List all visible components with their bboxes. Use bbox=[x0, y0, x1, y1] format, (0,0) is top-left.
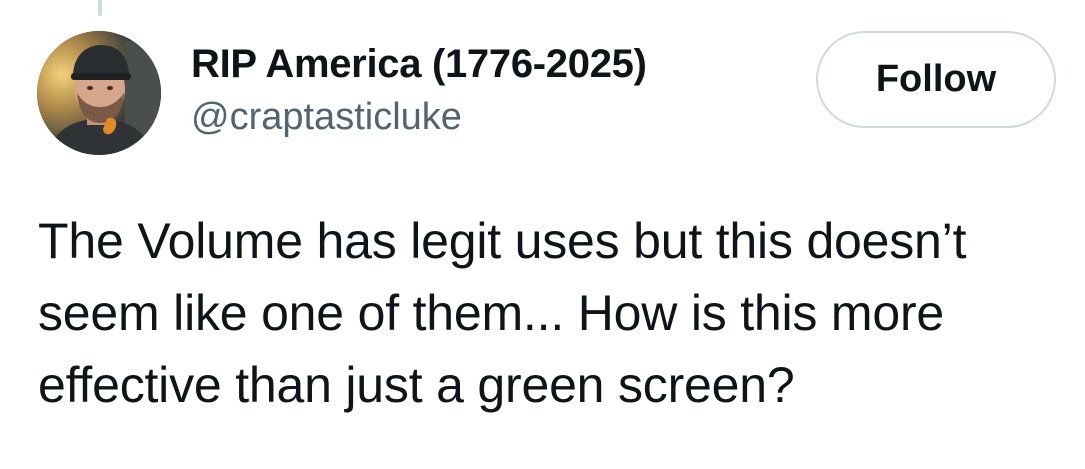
avatar-photo-icon bbox=[37, 31, 161, 155]
thread-connector-line bbox=[98, 0, 102, 16]
author-handle[interactable]: @craptasticluke bbox=[191, 95, 647, 139]
follow-button[interactable]: Follow bbox=[816, 31, 1056, 128]
author-avatar[interactable] bbox=[37, 31, 161, 155]
author-identity: RIP America (1776-2025) @craptasticluke bbox=[191, 40, 647, 139]
author-display-name[interactable]: RIP America (1776-2025) bbox=[191, 40, 647, 88]
tweet-text-line-1: The Volume has legit uses but this doesn… bbox=[38, 213, 967, 269]
tweet-text: The Volume has legit uses but this doesn… bbox=[38, 205, 1068, 421]
tweet-text-line-2: seem like one of them... How is this mor… bbox=[38, 285, 945, 341]
tweet-text-line-3: effective than just a green screen? bbox=[38, 357, 795, 413]
